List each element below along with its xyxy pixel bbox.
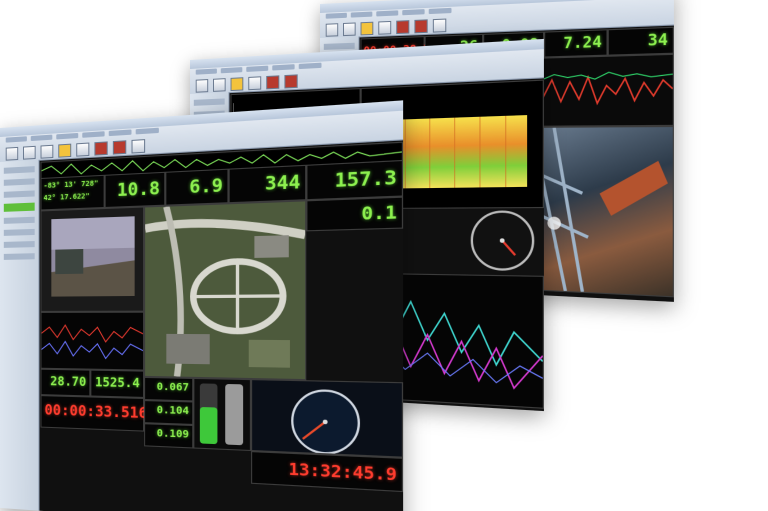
toolbar-icon[interactable] bbox=[248, 76, 262, 91]
toolbar-icon[interactable] bbox=[213, 78, 226, 92]
front-left-value-b: 1525.4 bbox=[95, 374, 140, 391]
front-value-panel: 157.3 bbox=[306, 159, 404, 201]
toolbar-icon[interactable] bbox=[131, 139, 146, 154]
mid-gauge bbox=[464, 208, 542, 273]
front-mid-value-2: 0.104 bbox=[156, 404, 189, 418]
toolbar-icon[interactable] bbox=[414, 19, 428, 34]
coord-lon: 42° 17.622" bbox=[43, 192, 90, 203]
front-sidebar bbox=[0, 159, 40, 511]
front-small-panel: 0.1 bbox=[306, 196, 404, 232]
toolbar-icon[interactable] bbox=[94, 141, 108, 156]
toolbar-icon[interactable] bbox=[58, 143, 72, 158]
toolbar-icon[interactable] bbox=[195, 79, 209, 93]
toolbar-icon[interactable] bbox=[325, 23, 339, 37]
front-clock-panel: 13:32:45.9 bbox=[251, 451, 404, 493]
front-value-panel: 344 bbox=[228, 164, 307, 204]
front-value-4: 157.3 bbox=[334, 167, 397, 193]
front-timecode: 00:00:33.516 bbox=[44, 402, 148, 423]
front-left-value-a: 28.70 bbox=[50, 373, 87, 390]
tank-icon bbox=[194, 379, 250, 450]
front-value-1: 10.8 bbox=[117, 178, 160, 202]
front-map-panel bbox=[144, 200, 306, 380]
front-mid-value-3: 0.109 bbox=[156, 427, 189, 441]
front-value-2: 6.9 bbox=[189, 175, 223, 199]
back-value-panel: 34 bbox=[607, 26, 674, 56]
toolbar-icon[interactable] bbox=[112, 140, 127, 155]
video-icon bbox=[41, 207, 144, 311]
toolbar-icon[interactable] bbox=[40, 144, 54, 159]
front-window: -83° 13' 728" 42° 17.622" 10.8 6.9 344 1… bbox=[0, 100, 404, 511]
front-mid-value-1: 0.067 bbox=[156, 381, 189, 394]
map-icon bbox=[145, 201, 305, 379]
front-mid-value-panel: 0.104 bbox=[144, 400, 194, 425]
front-coords-panel: -83° 13' 728" 42° 17.622" bbox=[40, 174, 105, 211]
toolbar-icon[interactable] bbox=[284, 74, 298, 89]
toolbar-icon[interactable] bbox=[432, 18, 447, 33]
toolbar-icon[interactable] bbox=[76, 142, 90, 157]
front-left-value-panel: 1525.4 bbox=[90, 369, 145, 398]
gauge-icon bbox=[464, 208, 542, 273]
screenshot-collage: 00:00:38.202 26 -0.08 7.24 34 bbox=[0, 0, 768, 511]
front-video-panel bbox=[40, 206, 145, 312]
toolbar-icon[interactable] bbox=[360, 21, 374, 36]
toolbar-icon[interactable] bbox=[266, 75, 280, 90]
front-value-panel: 6.9 bbox=[165, 168, 229, 206]
front-mid-value-panel: 0.109 bbox=[144, 423, 194, 449]
back-value-4: 34 bbox=[647, 31, 668, 51]
toolbar-icon[interactable] bbox=[343, 22, 356, 37]
front-value-panel: 10.8 bbox=[104, 171, 166, 208]
toolbar-icon[interactable] bbox=[396, 20, 410, 35]
front-mid-value-panel: 0.067 bbox=[144, 376, 194, 402]
front-line-plot bbox=[41, 311, 145, 371]
line-plot-svg bbox=[42, 312, 144, 370]
toolbar-icon[interactable] bbox=[230, 77, 244, 92]
toolbar-icon[interactable] bbox=[23, 145, 36, 160]
back-value-panel: 7.24 bbox=[544, 29, 608, 58]
front-tank-panel bbox=[193, 377, 252, 452]
front-left-value-panel: 28.70 bbox=[40, 368, 91, 397]
toolbar-icon[interactable] bbox=[378, 20, 392, 35]
front-value-3: 344 bbox=[264, 171, 301, 196]
gauge-icon bbox=[252, 380, 402, 456]
front-timecode-panel: 00:00:33.516 bbox=[40, 395, 148, 432]
front-speedometer-panel bbox=[251, 379, 404, 458]
back-value-3: 7.24 bbox=[563, 33, 602, 53]
toolbar-icon[interactable] bbox=[5, 146, 19, 161]
front-small-value: 0.1 bbox=[361, 201, 397, 225]
front-clock: 13:32:45.9 bbox=[288, 459, 397, 485]
